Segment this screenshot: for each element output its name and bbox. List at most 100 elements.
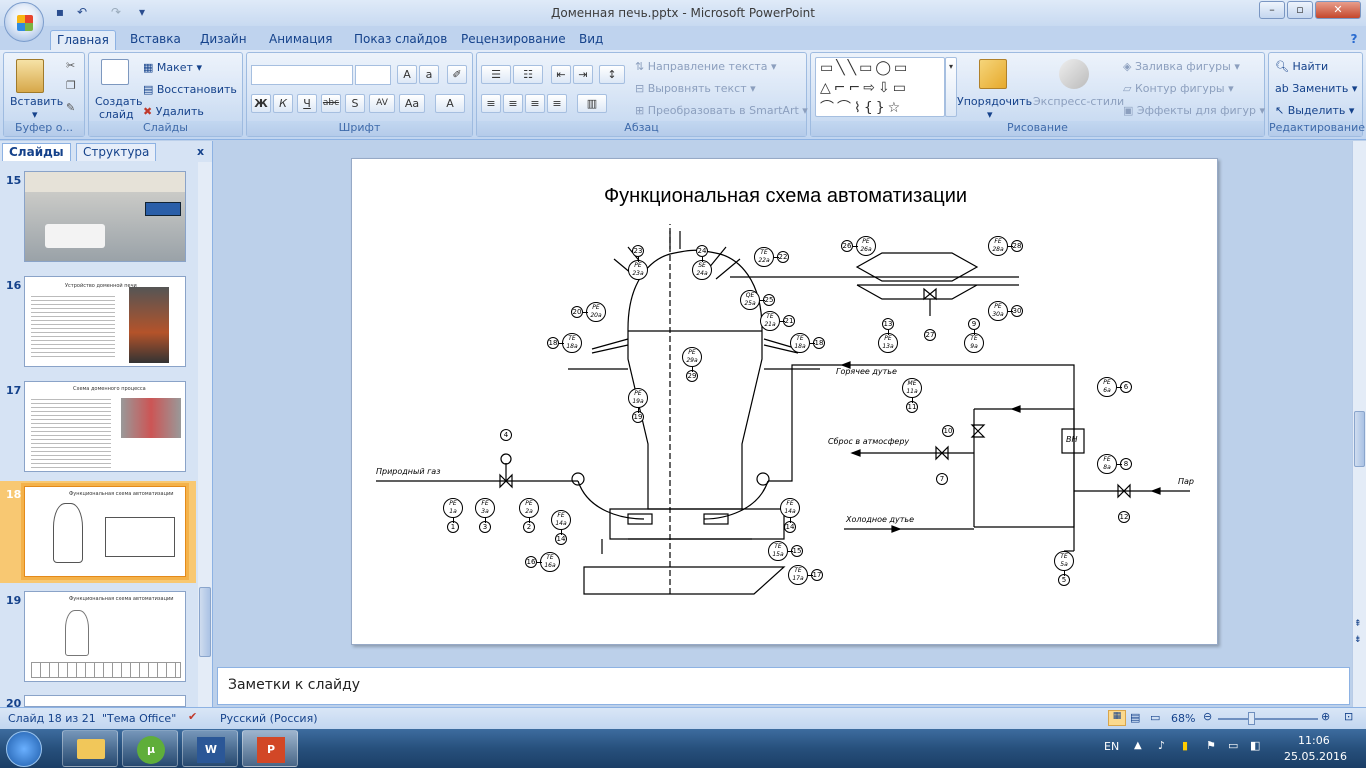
columns-button[interactable]: ▥ — [577, 94, 607, 113]
underline-button[interactable]: Ч — [297, 94, 317, 113]
normal-view-icon[interactable]: ▦ — [1108, 710, 1126, 726]
flag-icon[interactable]: ⚑ — [1206, 739, 1216, 752]
new-slide-label[interactable]: Создать — [95, 95, 143, 108]
slide-thumbnail-20[interactable] — [24, 695, 186, 707]
spacing-button[interactable]: AV — [369, 94, 395, 113]
strike-button[interactable]: abc — [321, 94, 341, 113]
new-slide-label-2[interactable]: слайд — [99, 108, 134, 121]
shadow-button[interactable]: S — [345, 94, 365, 113]
shape-outline-button[interactable]: ▱ Контур фигуры ▾ — [1123, 82, 1234, 95]
smartart-button[interactable]: ⊞ Преобразовать в SmartArt ▾ — [635, 104, 808, 117]
tab-view[interactable]: Вид — [573, 30, 609, 50]
tab-slides[interactable]: Слайды — [2, 143, 71, 161]
quick-styles-icon[interactable] — [1059, 59, 1089, 89]
clear-format-button[interactable]: ✐ — [447, 65, 467, 84]
editor-scroll-thumb[interactable] — [1354, 411, 1365, 467]
powerpoint-taskbar-icon[interactable]: P — [242, 730, 298, 767]
office-button[interactable] — [4, 2, 44, 42]
align-center-button[interactable]: ≡ — [503, 94, 523, 113]
notes-pane[interactable]: Заметки к слайду — [217, 667, 1350, 705]
action-icon[interactable]: ◧ — [1250, 739, 1260, 752]
replace-button[interactable]: ab Заменить ▾ — [1275, 82, 1357, 95]
bold-button[interactable]: Ж — [251, 94, 271, 113]
shrink-font-button[interactable]: a — [419, 65, 439, 84]
zoom-in-icon[interactable]: ⊕ — [1321, 710, 1330, 723]
justify-button[interactable]: ≡ — [547, 94, 567, 113]
status-language[interactable]: Русский (Россия) — [220, 712, 318, 725]
paste-label[interactable]: Вставить — [10, 95, 63, 108]
battery-icon[interactable]: ▭ — [1228, 739, 1238, 752]
numbering-button[interactable]: ☷ — [513, 65, 543, 84]
shape-fill-button[interactable]: ◈ Заливка фигуры ▾ — [1123, 60, 1240, 73]
arrange-label[interactable]: Упорядочить — [957, 95, 1032, 108]
line-spacing-button[interactable]: ↕ — [599, 65, 625, 84]
tab-review[interactable]: Рецензирование — [455, 30, 572, 50]
slideshow-view-icon[interactable]: ▭ — [1150, 711, 1160, 724]
grow-font-button[interactable]: A — [397, 65, 417, 84]
copy-icon[interactable]: ❐ — [66, 79, 76, 92]
editor-scrollbar[interactable]: ⇞ ⇟ — [1352, 141, 1366, 707]
layout-button[interactable]: ▦ Макет ▾ — [143, 61, 202, 74]
tab-slideshow[interactable]: Показ слайдов — [348, 30, 453, 50]
tab-home[interactable]: Главная — [50, 30, 116, 50]
next-slide-icon[interactable]: ⇟ — [1354, 635, 1362, 645]
slide-thumbnail-15[interactable] — [24, 171, 186, 262]
shape-effects-button[interactable]: ▣ Эффекты для фигур ▾ — [1123, 104, 1265, 117]
tray-expand-icon[interactable]: ▲ — [1134, 740, 1142, 751]
reset-button[interactable]: ▤ Восстановить — [143, 83, 237, 96]
find-button[interactable]: 🔍︎ Найти — [1275, 60, 1328, 73]
zoom-level[interactable]: 68% — [1171, 712, 1195, 725]
decrease-indent-button[interactable]: ⇤ — [551, 65, 571, 84]
zoom-slider[interactable] — [1218, 718, 1318, 720]
network-icon[interactable]: ▮ — [1182, 739, 1188, 752]
save-icon[interactable]: ▪ — [52, 5, 68, 21]
fit-slide-icon[interactable]: ⊡ — [1344, 710, 1353, 723]
slide-thumbnail-17[interactable]: Схема доменного процесса — [24, 381, 186, 472]
explorer-taskbar-icon[interactable] — [62, 730, 118, 767]
close-panel-icon[interactable]: x — [197, 145, 204, 158]
tab-animation[interactable]: Анимация — [263, 30, 338, 50]
slide-canvas[interactable]: Функциональная схема автоматизации Приро… — [351, 158, 1218, 645]
case-button[interactable]: Aa — [399, 94, 425, 113]
bullets-button[interactable]: ☰ — [481, 65, 511, 84]
quick-styles-label[interactable]: Экспресс-стили — [1033, 95, 1124, 108]
redo-icon[interactable]: ↷ — [108, 5, 124, 21]
start-button[interactable] — [6, 731, 42, 767]
italic-button[interactable]: К — [273, 94, 293, 113]
increase-indent-button[interactable]: ⇥ — [573, 65, 593, 84]
text-direction-button[interactable]: ⇅ Направление текста ▾ — [635, 60, 777, 73]
arrange-icon[interactable] — [979, 59, 1007, 89]
font-name-input[interactable] — [251, 65, 353, 85]
word-taskbar-icon[interactable]: W — [182, 730, 238, 767]
align-right-button[interactable]: ≡ — [525, 94, 545, 113]
slide-thumbnail-16[interactable]: Устройство доменной печи — [24, 276, 186, 367]
format-painter-icon[interactable]: ✎ — [66, 101, 75, 114]
align-text-button[interactable]: ⊟ Выровнять текст ▾ — [635, 82, 756, 95]
cut-icon[interactable]: ✂ — [66, 59, 75, 72]
tab-design[interactable]: Дизайн — [194, 30, 253, 50]
align-left-button[interactable]: ≡ — [481, 94, 501, 113]
new-slide-icon[interactable] — [101, 59, 129, 85]
font-size-input[interactable] — [355, 65, 391, 85]
slide-thumbnail-18[interactable]: Функциональная схема автоматизации — [21, 483, 189, 580]
notes-placeholder[interactable]: Заметки к слайду — [228, 677, 360, 693]
minimize-button[interactable]: – — [1259, 1, 1285, 19]
status-theme[interactable]: "Тема Office" — [102, 712, 176, 725]
utorrent-taskbar-icon[interactable]: µ — [122, 730, 178, 767]
shapes-more-button[interactable]: ▾ — [945, 57, 957, 117]
zoom-slider-thumb[interactable] — [1248, 712, 1255, 725]
sorter-view-icon[interactable]: ▤ — [1130, 711, 1140, 724]
tab-outline[interactable]: Структура — [76, 143, 157, 161]
zoom-out-icon[interactable]: ⊖ — [1203, 710, 1212, 723]
paste-icon[interactable] — [16, 59, 44, 93]
select-button[interactable]: ↖ Выделить ▾ — [1275, 104, 1354, 117]
volume-icon[interactable]: ♪ — [1158, 739, 1165, 752]
clock-time[interactable]: 11:06 — [1298, 734, 1330, 747]
maximize-button[interactable]: ▫ — [1287, 1, 1313, 19]
slide-thumbnail-19[interactable]: Функциональная схема автоматизации — [24, 591, 186, 682]
panel-scroll-thumb[interactable] — [199, 587, 211, 657]
clock-date[interactable]: 25.05.2016 — [1284, 750, 1347, 763]
tab-insert[interactable]: Вставка — [124, 30, 187, 50]
panel-scrollbar[interactable] — [198, 162, 212, 707]
delete-slide-button[interactable]: ✖ Удалить — [143, 105, 204, 118]
